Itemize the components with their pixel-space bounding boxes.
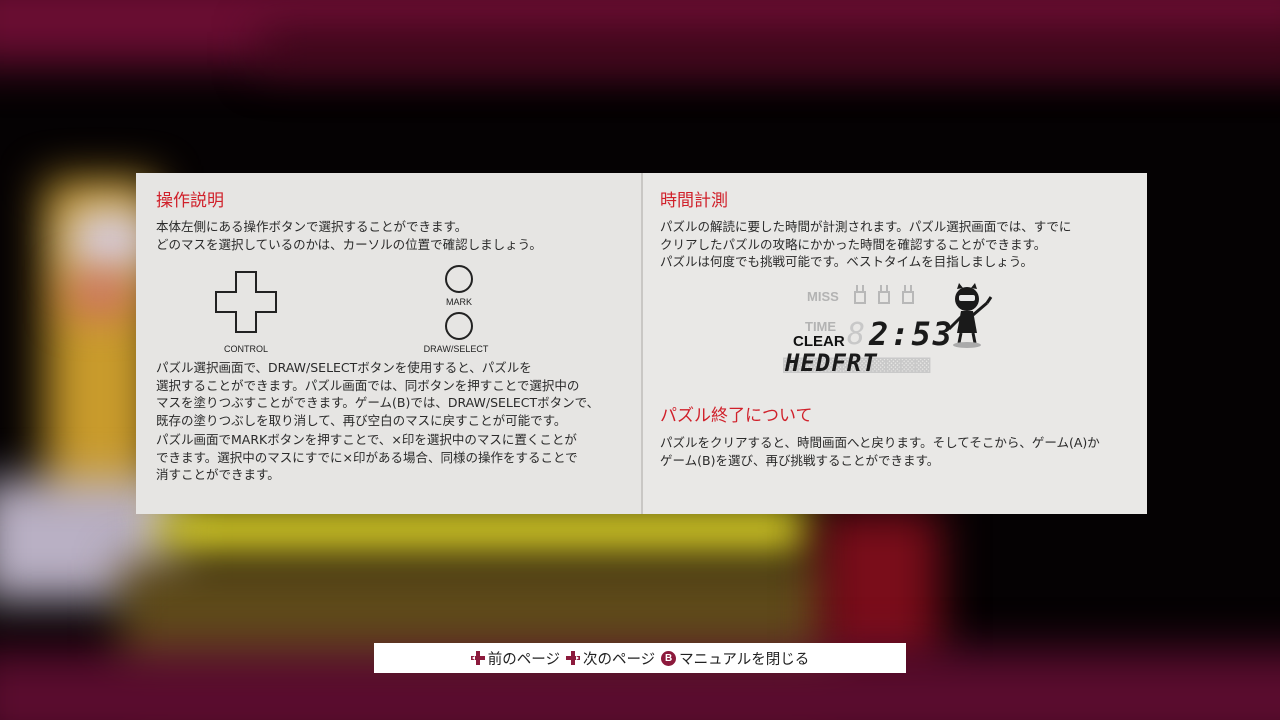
manual-page-left: 操作説明 本体左側にある操作ボタンで選択することができます。 どのマスを選択して… — [136, 173, 642, 514]
end-text: パズルをクリアすると、時間画面へと戻ります。そしてそこから、ゲーム(A)か ゲー… — [660, 435, 1100, 468]
miss-label: MISS — [807, 289, 839, 304]
timer-title: 時間計測 — [660, 191, 728, 211]
lcd-ghost-digit: 8 — [847, 317, 866, 352]
bunny-lives-icon — [854, 285, 914, 304]
name-value: HEDFRT — [785, 349, 878, 377]
dpad-left-icon — [470, 651, 485, 665]
controls-intro: 本体左側にある操作ボタンで選択することができます。 どのマスを選択しているのかは… — [156, 219, 542, 252]
draw-select-label: DRAW/SELECT — [423, 344, 489, 354]
mark-label: MARK — [445, 297, 472, 307]
dpad-diagram-icon — [215, 271, 277, 333]
manual-page-right: 時間計測 パズルの解読に要した時間が計測されます。パズル選択画面では、すでに ク… — [643, 173, 1147, 514]
dpad-right-icon — [565, 651, 580, 665]
next-page-button[interactable]: 次のページ — [565, 648, 656, 669]
close-manual-label: マニュアルを閉じる — [679, 651, 810, 668]
draw-select-button-diagram — [445, 312, 473, 340]
mascot-character-icon — [947, 283, 993, 348]
close-manual-button[interactable]: B マニュアルを閉じる — [661, 648, 809, 669]
manual-spread: 操作説明 本体左側にある操作ボタンで選択することができます。 どのマスを選択して… — [136, 173, 1147, 514]
control-label: CONTROL — [223, 344, 268, 354]
controls-para-1: パズル選択画面で、DRAW/SELECTボタンを使用すると、パズルを 選択するこ… — [156, 360, 600, 428]
time-label: TIME — [805, 319, 837, 334]
controls-title: 操作説明 — [156, 191, 224, 211]
lcd-illustration: MISS TIME CLEAR 8 2:53 ▩▩▩▩▩▩▩▩▩▩ HEDFRT — [783, 281, 1003, 391]
mark-button-diagram — [445, 265, 473, 293]
prev-page-label: 前のページ — [487, 651, 560, 668]
timer-intro: パズルの解読に要した時間が計測されます。パズル選択画面では、すでに クリアしたパ… — [660, 219, 1072, 269]
end-title: パズル終了について — [660, 406, 813, 426]
next-page-label: 次のページ — [582, 651, 656, 668]
manual-navigation-bar: 前のページ 次のページ B マニュアルを閉じる — [374, 643, 906, 673]
b-button-icon: B — [661, 650, 677, 666]
prev-page-button[interactable]: 前のページ — [470, 648, 560, 669]
controls-para-2: パズル画面でMARKボタンを押すことで、×印を選択中のマスに置くことが できます… — [156, 432, 578, 482]
clear-label: CLEAR — [793, 333, 845, 350]
